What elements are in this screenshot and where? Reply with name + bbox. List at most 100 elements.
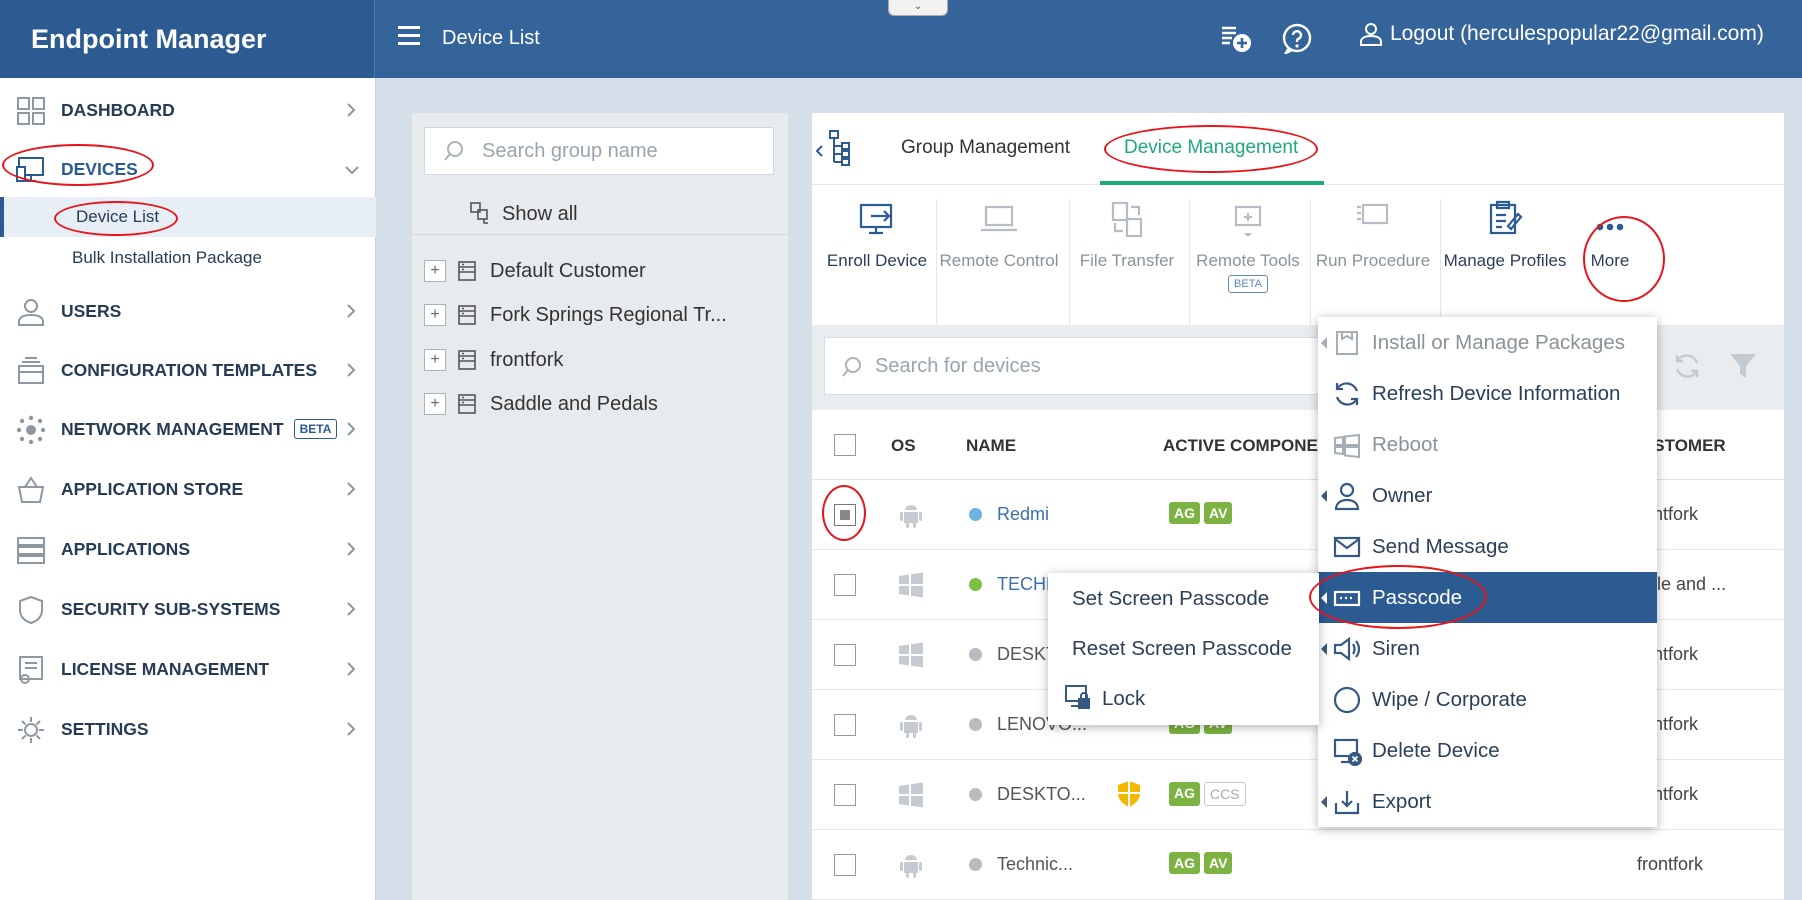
group-item[interactable]: + Fork Springs Regional Tr... — [424, 295, 784, 335]
sidebar-item-users[interactable]: USERS — [0, 291, 376, 331]
sidebar-item-network-management[interactable]: NETWORK MANAGEMENT BETA — [0, 409, 376, 449]
column-header-name[interactable]: NAME — [966, 436, 1016, 456]
submenu-caret-icon — [1321, 796, 1327, 808]
column-header-os[interactable]: OS — [891, 436, 916, 456]
group-name: Fork Springs Regional Tr... — [490, 303, 727, 326]
help-icon[interactable] — [1281, 22, 1313, 56]
sidebar-item-dashboard[interactable]: DASHBOARD — [0, 90, 376, 130]
row-checkbox[interactable] — [834, 644, 856, 666]
row-checkbox[interactable] — [834, 714, 856, 736]
device-search-input[interactable]: Search for devices — [824, 337, 1344, 395]
windows-icon — [896, 780, 926, 810]
wipe-icon — [1332, 685, 1362, 715]
sidebar-item-devices[interactable]: DEVICES — [0, 149, 376, 189]
menu-item-install-packages[interactable]: Install or Manage Packages — [1318, 317, 1657, 368]
sidebar-item-applications[interactable]: APPLICATIONS — [0, 529, 376, 569]
menu-item-reboot[interactable]: Reboot — [1318, 419, 1657, 470]
app-brand: Endpoint Manager — [0, 0, 375, 78]
add-task-icon[interactable] — [1220, 22, 1252, 54]
manage-profiles-button[interactable]: Manage Profiles — [1442, 199, 1568, 271]
license-icon — [16, 655, 48, 685]
chevron-right-icon — [344, 303, 358, 319]
chevron-down-icon[interactable]: ⌄ — [888, 0, 948, 16]
show-all-button[interactable]: Show all — [412, 193, 788, 235]
expand-icon[interactable]: + — [424, 260, 446, 282]
collapse-tree-icon[interactable] — [814, 129, 860, 167]
logout-button[interactable]: Logout (herculespopular22@gmail.com) — [1358, 21, 1764, 47]
menu-item-delete-device[interactable]: Delete Device — [1318, 725, 1657, 776]
sidebar-subitem-bulk-installation[interactable]: Bulk Installation Package — [0, 238, 376, 278]
run-procedure-icon — [1353, 199, 1393, 239]
run-procedure-button[interactable]: Run Procedure — [1310, 199, 1436, 271]
active-components: AGAV — [1169, 852, 1233, 874]
tag-ag: AG — [1169, 782, 1200, 806]
windows-icon — [896, 640, 926, 670]
android-icon — [896, 500, 926, 530]
filter-icon[interactable] — [1728, 351, 1758, 381]
store-icon — [16, 475, 48, 505]
more-button[interactable]: More — [1580, 199, 1640, 271]
sidebar-item-settings[interactable]: SETTINGS — [0, 709, 376, 749]
remote-tools-label: Remote Tools — [1196, 251, 1300, 270]
menu-item-owner[interactable]: Owner — [1318, 470, 1657, 521]
menu-item-refresh-device-information[interactable]: Refresh Device Information — [1318, 368, 1657, 419]
menu-item-wipe-corporate[interactable]: Wipe / Corporate — [1318, 674, 1657, 725]
file-transfer-label: File Transfer — [1079, 251, 1175, 270]
sidebar: DASHBOARD DEVICES Device List Bulk Insta… — [0, 78, 376, 900]
menu-item-export[interactable]: Export — [1318, 776, 1657, 827]
group-search-placeholder: Search group name — [482, 140, 658, 162]
remote-tools-button[interactable]: Remote Tools BETA — [1189, 199, 1307, 293]
group-search-input[interactable]: Search group name — [424, 127, 774, 175]
expand-icon[interactable]: + — [424, 393, 446, 415]
lock-item[interactable]: Lock — [1102, 687, 1145, 711]
group-panel: Search group name Show all + Default Cus… — [412, 113, 788, 900]
submenu-caret-icon — [1321, 490, 1327, 502]
remote-control-button[interactable]: Remote Control — [936, 199, 1062, 271]
row-checkbox[interactable] — [834, 854, 856, 876]
row-checkbox[interactable] — [834, 574, 856, 596]
refresh-icon[interactable] — [1672, 351, 1702, 381]
column-header-active-components[interactable]: ACTIVE COMPONE — [1163, 436, 1318, 456]
sidebar-item-security-sub-systems[interactable]: SECURITY SUB-SYSTEMS — [0, 589, 376, 629]
server-icon — [456, 304, 478, 326]
menu-item-siren[interactable]: Siren — [1318, 623, 1657, 674]
server-icon — [456, 393, 478, 415]
table-row[interactable]: Technic... AG AV frontfork — [812, 830, 1784, 900]
menu-item-passcode[interactable]: Passcode — [1318, 572, 1657, 623]
tag-ag: AG — [1169, 502, 1200, 524]
expand-icon[interactable]: + — [424, 349, 446, 371]
sidebar-item-license-management[interactable]: LICENSE MANAGEMENT — [0, 649, 376, 689]
enroll-device-button[interactable]: Enroll Device — [822, 199, 932, 271]
sidebar-item-label: NETWORK MANAGEMENT BETA — [61, 418, 338, 440]
file-transfer-button[interactable]: File Transfer — [1069, 199, 1185, 271]
reset-screen-passcode-item[interactable]: Reset Screen Passcode — [1072, 637, 1292, 661]
tab-device-management[interactable]: Device Management — [1124, 137, 1298, 159]
expand-icon[interactable]: + — [424, 304, 446, 326]
beta-badge: BETA — [1228, 275, 1268, 293]
sidebar-subitem-device-list[interactable]: Device List — [0, 197, 376, 237]
menu-item-label: Refresh Device Information — [1372, 382, 1621, 405]
customer-cell: frontfork — [1637, 854, 1704, 874]
row-checkbox[interactable] — [834, 784, 856, 806]
chevron-right-icon — [344, 661, 358, 677]
sidebar-item-application-store[interactable]: APPLICATION STORE — [0, 469, 376, 509]
device-name-link[interactable]: Redmi — [997, 504, 1049, 525]
menu-item-send-message[interactable]: Send Message — [1318, 521, 1657, 572]
device-name[interactable]: DESKTO... — [997, 784, 1086, 805]
group-item[interactable]: + Default Customer — [424, 251, 784, 291]
group-item[interactable]: + Saddle and Pedals — [424, 384, 784, 424]
server-icon — [456, 349, 478, 371]
set-screen-passcode-item[interactable]: Set Screen Passcode — [1072, 587, 1269, 611]
toolbar-separator — [1440, 199, 1441, 327]
windows-icon — [896, 570, 926, 600]
sidebar-item-configuration-templates[interactable]: CONFIGURATION TEMPLATES — [0, 350, 376, 390]
select-all-checkbox[interactable] — [834, 434, 856, 456]
device-name[interactable]: Technic... — [997, 854, 1073, 875]
checkbox-indeterminate-mark — [840, 510, 850, 520]
reboot-icon — [1332, 430, 1362, 460]
group-item[interactable]: + frontfork — [424, 340, 784, 380]
user-icon — [1358, 21, 1384, 47]
menu-icon[interactable] — [398, 26, 420, 50]
tab-group-management[interactable]: Group Management — [901, 137, 1070, 159]
row-checkbox[interactable] — [834, 504, 856, 526]
